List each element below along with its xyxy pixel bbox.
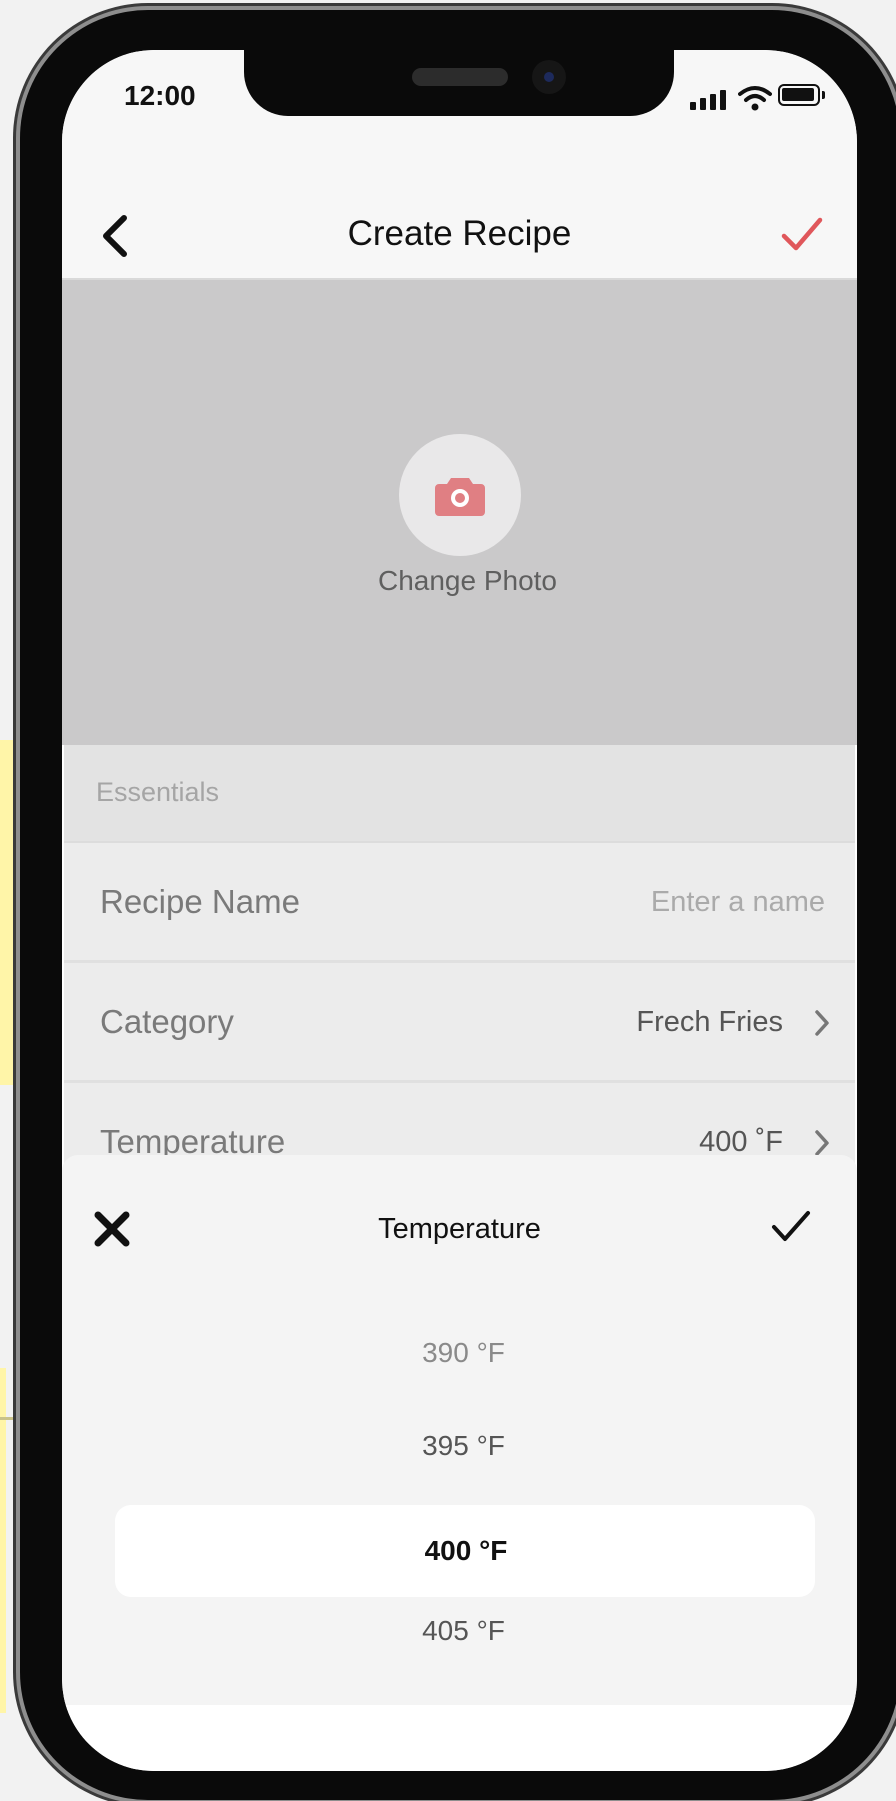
picker-option[interactable]: 390 °F <box>62 1337 857 1369</box>
home-indicator-area <box>62 1705 857 1771</box>
picker-selected-value: 400 °F <box>424 1535 508 1566</box>
section-title: Essentials <box>96 777 220 807</box>
category-label: Category <box>100 1003 234 1040</box>
checkmark-icon <box>781 217 823 251</box>
recipe-name-row[interactable]: Recipe Name Enter a name <box>64 843 855 963</box>
picker-option[interactable]: 405 °F <box>62 1615 857 1647</box>
cellular-signal-icon <box>690 88 726 110</box>
front-camera <box>532 60 566 94</box>
temperature-wheel[interactable]: 390 °F 395 °F 400 °F 405 °F <box>62 1305 857 1685</box>
picker-option[interactable]: 395 °F <box>62 1430 857 1462</box>
change-photo-label[interactable]: Change Photo <box>62 565 857 597</box>
change-photo-button[interactable] <box>399 434 521 556</box>
camera-icon <box>435 478 485 516</box>
category-value: Frech Fries <box>636 1006 783 1038</box>
temperature-picker-sheet: Temperature 390 °F 395 °F 400 °F 405 °F <box>62 1155 857 1705</box>
recipe-form: Essentials Recipe Name Enter a name Cate… <box>64 745 855 1203</box>
recipe-name-label: Recipe Name <box>100 883 300 920</box>
page-title: Create Recipe <box>347 214 572 253</box>
category-row[interactable]: Category Frech Fries <box>64 963 855 1083</box>
battery-icon <box>778 84 825 106</box>
earpiece-speaker <box>412 68 508 86</box>
phone-screen: 12:00 Create Recipe Change Photo Essenti… <box>62 50 857 1771</box>
section-header-essentials: Essentials <box>64 745 855 843</box>
recipe-name-input[interactable]: Enter a name <box>651 886 825 919</box>
checkmark-icon <box>772 1211 810 1241</box>
wifi-icon <box>738 86 772 111</box>
navigation-bar: Create Recipe <box>62 150 857 280</box>
save-recipe-button[interactable] <box>780 214 824 254</box>
stage: 12:00 Create Recipe Change Photo Essenti… <box>0 0 896 1801</box>
status-time: 12:00 <box>124 80 196 111</box>
picker-selected-option[interactable]: 400 °F <box>115 1505 815 1597</box>
chevron-right-icon <box>815 1130 829 1156</box>
confirm-picker-button[interactable] <box>770 1209 812 1245</box>
chevron-right-icon <box>815 1010 829 1036</box>
recipe-photo-area: Change Photo <box>62 280 857 745</box>
picker-title: Temperature <box>378 1213 541 1245</box>
